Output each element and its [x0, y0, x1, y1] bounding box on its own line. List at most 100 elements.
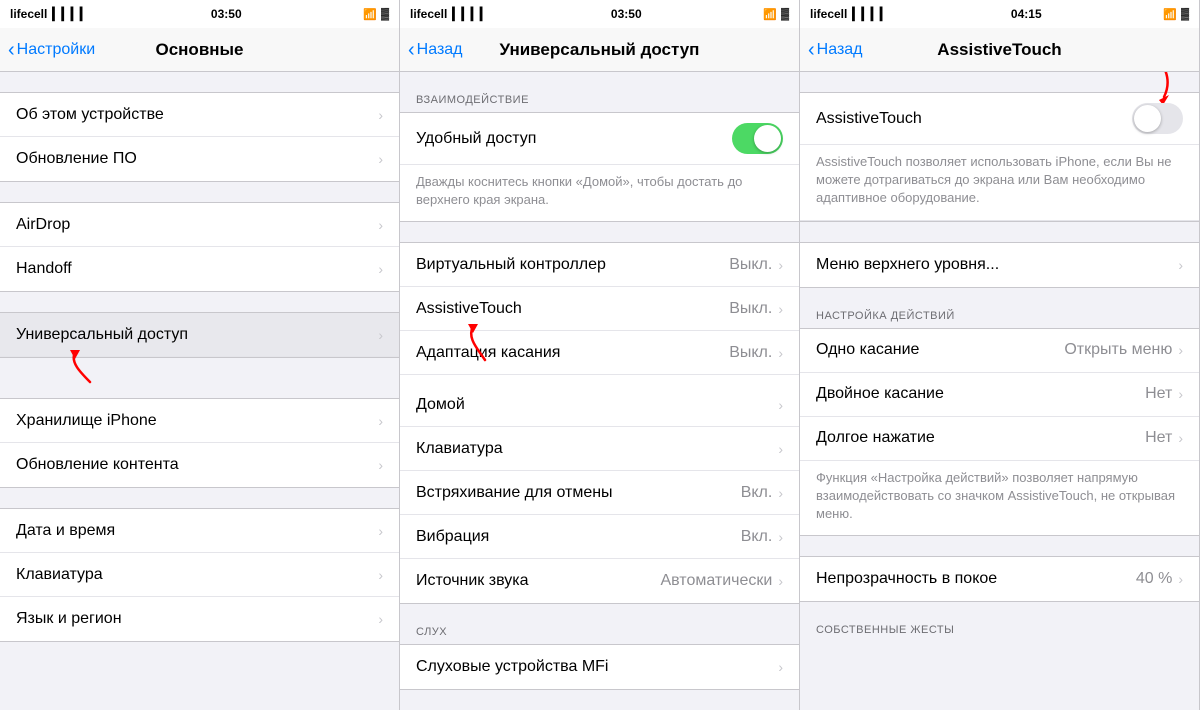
label-at-toggle: AssistiveTouch — [816, 110, 1132, 128]
carrier-1: lifecell — [10, 7, 47, 21]
group-at-toggle: AssistiveTouch AssistiveTouch позволяет … — [800, 92, 1199, 222]
row-home[interactable]: Домой › — [400, 383, 799, 427]
label-handoff: Handoff — [16, 260, 378, 278]
row-double-tap[interactable]: Двойное касание Нет › — [800, 373, 1199, 417]
back-label-1: Настройки — [17, 41, 95, 59]
row-opacity[interactable]: Непрозрачность в покое 40 % › — [800, 557, 1199, 601]
nav-bar-2: ‹ Назад Универсальный доступ — [400, 28, 799, 72]
group-opacity: Непрозрачность в покое 40 % › — [800, 556, 1199, 602]
chevron-update: › — [378, 151, 383, 167]
row-about[interactable]: Об этом устройстве › — [0, 93, 399, 137]
chevron-storage: › — [378, 413, 383, 429]
label-shake: Встряхивание для отмены — [416, 484, 741, 502]
carrier-3: lifecell — [810, 7, 847, 21]
back-button-1[interactable]: ‹ Настройки — [8, 40, 95, 60]
label-update: Обновление ПО — [16, 150, 378, 168]
back-button-3[interactable]: ‹ Назад — [808, 40, 863, 60]
chevron-left-icon-3: ‹ — [808, 40, 815, 60]
row-update[interactable]: Обновление ПО › — [0, 137, 399, 181]
row-vibration[interactable]: Вибрация Вкл. › — [400, 515, 799, 559]
value-double-tap: Нет — [1145, 385, 1172, 403]
value-touch-adapt: Выкл. — [729, 344, 772, 362]
row-single-tap[interactable]: Одно касание Открыть меню › — [800, 329, 1199, 373]
panel-assistivetouch: lifecell ▎▎▎▎ 04:15 📶 ▓ ‹ Назад Assistiv… — [800, 0, 1200, 710]
status-bar-1: lifecell ▎▎▎▎ 03:50 📶 ▓ — [0, 0, 399, 28]
status-right-2: 📶 ▓ — [763, 8, 789, 21]
nav-title-3: AssistiveTouch — [937, 40, 1061, 60]
nav-bar-3: ‹ Назад AssistiveTouch — [800, 28, 1199, 72]
chevron-virtual-controller: › — [778, 257, 783, 273]
group-menu: Меню верхнего уровня... › — [800, 242, 1199, 288]
status-left-1: lifecell ▎▎▎▎ — [10, 7, 89, 21]
row-long-press[interactable]: Долгое нажатие Нет › — [800, 417, 1199, 461]
label-virtual-controller: Виртуальный контроллер — [416, 256, 729, 274]
row-assistivetouch-p2[interactable]: AssistiveTouch Выкл. › — [400, 287, 799, 331]
label-opacity: Непрозрачность в покое — [816, 570, 1136, 588]
row-content-update[interactable]: Обновление контента › — [0, 443, 399, 487]
chevron-hearing-devices: › — [778, 659, 783, 675]
status-right-1: 📶 ▓ — [363, 8, 389, 21]
value-sound-source: Автоматически — [660, 572, 772, 590]
chevron-about: › — [378, 107, 383, 123]
row-top-menu[interactable]: Меню верхнего уровня... › — [800, 243, 1199, 287]
chevron-keyboard: › — [378, 567, 383, 583]
group-universal: Универсальный доступ › — [0, 312, 399, 358]
label-touch-adapt: Адаптация касания — [416, 344, 729, 362]
desc-actions: Функция «Настройка действий» позволяет н… — [800, 461, 1199, 536]
wifi-icon-2: 📶 — [763, 8, 777, 21]
chevron-long-press: › — [1178, 430, 1183, 446]
value-single-tap: Открыть меню — [1064, 341, 1172, 359]
toggle-at[interactable] — [1132, 103, 1183, 134]
row-universal-access[interactable]: Универсальный доступ › — [0, 313, 399, 357]
group-actions: Одно касание Открыть меню › Двойное каса… — [800, 328, 1199, 537]
row-keyboard[interactable]: Клавиатура › — [0, 553, 399, 597]
row-handoff[interactable]: Handoff › — [0, 247, 399, 291]
label-storage: Хранилище iPhone — [16, 412, 378, 430]
row-hearing-devices[interactable]: Слуховые устройства MFi › — [400, 645, 799, 689]
label-single-tap: Одно касание — [816, 341, 1064, 359]
row-storage[interactable]: Хранилище iPhone › — [0, 399, 399, 443]
row-language[interactable]: Язык и регион › — [0, 597, 399, 641]
back-label-3: Назад — [817, 41, 863, 59]
label-long-press: Долгое нажатие — [816, 429, 1145, 447]
content-2: ВЗАИМОДЕЙСТВИЕ Удобный доступ Дважды кос… — [400, 72, 799, 710]
label-airdrop: AirDrop — [16, 216, 378, 234]
group-datetime: Дата и время › Клавиатура › Язык и регио… — [0, 508, 399, 642]
toggle-thumb-at — [1134, 105, 1161, 132]
time-3: 04:15 — [1011, 7, 1042, 21]
desc-at: AssistiveTouch позволяет использовать iP… — [800, 145, 1199, 221]
value-opacity: 40 % — [1136, 570, 1172, 588]
group-interaction: Удобный доступ Дважды коснитесь кнопки «… — [400, 112, 799, 222]
group-main-rows: Виртуальный контроллер Выкл. › Assistive… — [400, 242, 799, 604]
chevron-content-update: › — [378, 457, 383, 473]
time-1: 03:50 — [211, 7, 242, 21]
row-udob-dostup[interactable]: Удобный доступ — [400, 113, 799, 165]
row-shake[interactable]: Встряхивание для отмены Вкл. › — [400, 471, 799, 515]
battery-icon-2: ▓ — [781, 8, 789, 20]
chevron-vibration: › — [778, 529, 783, 545]
row-keyboard-p2[interactable]: Клавиатура › — [400, 427, 799, 471]
label-double-tap: Двойное касание — [816, 385, 1145, 403]
battery-icon-3: ▓ — [1181, 8, 1189, 20]
row-at-toggle[interactable]: AssistiveTouch — [800, 93, 1199, 145]
row-virtual-controller[interactable]: Виртуальный контроллер Выкл. › — [400, 243, 799, 287]
toggle-udob-dostup[interactable] — [732, 123, 783, 154]
chevron-single-tap: › — [1178, 342, 1183, 358]
group-airdrop: AirDrop › Handoff › — [0, 202, 399, 292]
label-keyboard: Клавиатура — [16, 566, 378, 584]
panel-settings-main: lifecell ▎▎▎▎ 03:50 📶 ▓ ‹ Настройки Осно… — [0, 0, 400, 710]
section-gestures-header: СОБСТВЕННЫЕ ЖЕСТЫ — [800, 602, 1199, 642]
chevron-assistivetouch-p2: › — [778, 301, 783, 317]
label-hearing-devices: Слуховые устройства MFi — [416, 658, 778, 676]
row-touch-adapt[interactable]: Адаптация касания Выкл. › — [400, 331, 799, 375]
back-button-2[interactable]: ‹ Назад — [408, 40, 463, 60]
row-sound-source[interactable]: Источник звука Автоматически › — [400, 559, 799, 603]
label-about: Об этом устройстве — [16, 106, 378, 124]
label-universal-access: Универсальный доступ — [16, 326, 378, 344]
status-bar-2: lifecell ▎▎▎▎ 03:50 📶 ▓ — [400, 0, 799, 28]
status-right-3: 📶 ▓ — [1163, 8, 1189, 21]
row-airdrop[interactable]: AirDrop › — [0, 203, 399, 247]
row-datetime[interactable]: Дата и время › — [0, 509, 399, 553]
value-virtual-controller: Выкл. — [729, 256, 772, 274]
label-home: Домой — [416, 396, 778, 414]
